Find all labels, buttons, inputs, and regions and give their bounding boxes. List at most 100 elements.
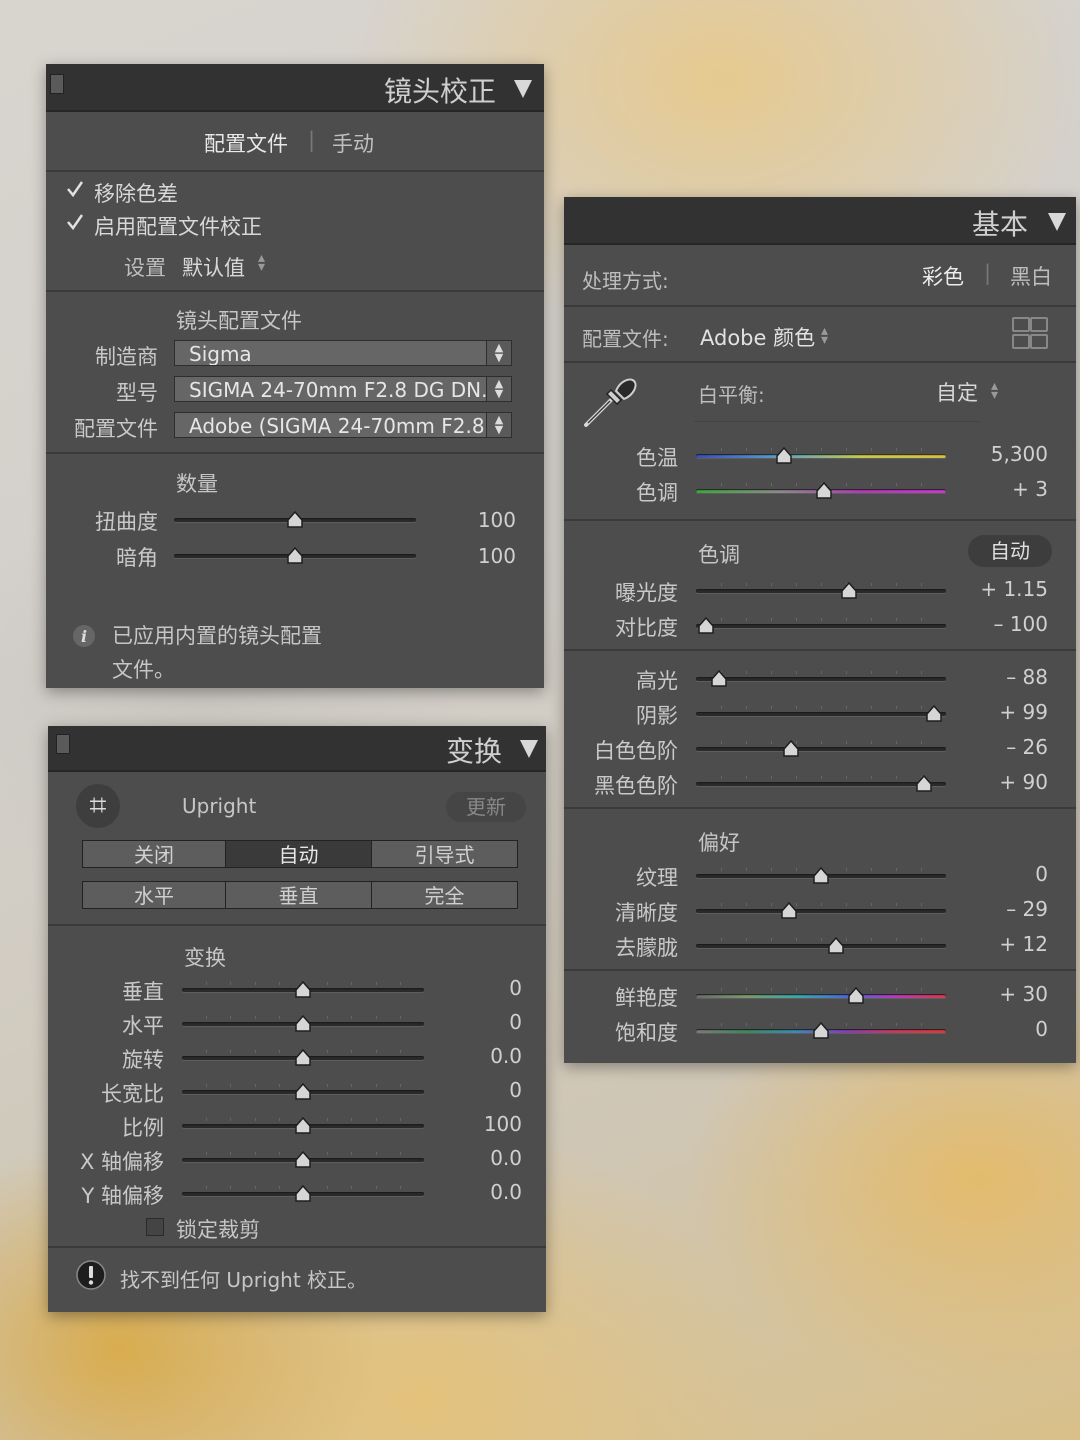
enable-profile-label[interactable]: 启用配置文件校正 bbox=[94, 211, 262, 241]
slider-value[interactable]: 100 bbox=[478, 508, 516, 532]
profile-dropdown[interactable]: Adobe 颜色 bbox=[700, 322, 815, 352]
lens-panel-header[interactable]: 镜头校正 bbox=[46, 64, 544, 112]
slider-thumb[interactable] bbox=[295, 1049, 311, 1067]
slider-value[interactable]: + 12 bbox=[999, 932, 1048, 956]
profile-select[interactable]: Adobe (SIGMA 24-70mm F2.8... ▲ ▼ bbox=[174, 412, 512, 438]
collapse-triangle-icon[interactable] bbox=[1048, 213, 1066, 231]
basic-slider[interactable] bbox=[696, 909, 946, 913]
slider-value[interactable]: 0.0 bbox=[490, 1180, 522, 1204]
treatment-bw-button[interactable]: 黑白 bbox=[1010, 261, 1052, 291]
slider-thumb[interactable] bbox=[780, 902, 797, 920]
slider-value[interactable]: 0 bbox=[1035, 862, 1048, 886]
slider-thumb[interactable] bbox=[775, 447, 792, 465]
enable-profile-checkbox[interactable] bbox=[66, 213, 84, 231]
updown-icon[interactable]: ▴ ▾ bbox=[258, 251, 265, 274]
slider-thumb[interactable] bbox=[295, 1015, 311, 1033]
white-balance-dropdown[interactable]: 自定 bbox=[936, 377, 978, 407]
upright-level-button[interactable]: 水平 bbox=[82, 881, 226, 909]
updown-icon[interactable]: ▴ ▾ bbox=[991, 379, 998, 402]
slider-label: 旋转 bbox=[122, 1048, 164, 1072]
slider-value[interactable]: 0.0 bbox=[490, 1044, 522, 1068]
basic-panel-header[interactable]: 基本 bbox=[564, 197, 1076, 245]
slider-thumb[interactable] bbox=[710, 670, 727, 688]
info-icon: i bbox=[73, 625, 95, 647]
lock-crop-checkbox[interactable] bbox=[146, 1218, 164, 1236]
slider-thumb[interactable] bbox=[813, 1022, 829, 1040]
slider-ticks bbox=[696, 706, 946, 710]
slider-thumb[interactable] bbox=[828, 937, 844, 955]
slider-value[interactable]: – 29 bbox=[1006, 897, 1048, 921]
slider-value[interactable]: 0 bbox=[509, 1078, 522, 1102]
slider-value[interactable]: + 99 bbox=[999, 700, 1048, 724]
basic-slider[interactable] bbox=[696, 944, 946, 948]
panel-toggle-icon[interactable] bbox=[50, 74, 64, 94]
tab-manual[interactable]: 手动 bbox=[332, 128, 374, 158]
slider-thumb[interactable] bbox=[840, 582, 857, 600]
slider-value[interactable]: + 90 bbox=[999, 770, 1048, 794]
basic-slider[interactable] bbox=[696, 589, 946, 593]
treatment-color-button[interactable]: 彩色 bbox=[922, 261, 964, 291]
upright-full-button[interactable]: 完全 bbox=[371, 881, 518, 909]
slider-thumb[interactable] bbox=[295, 1117, 311, 1135]
upright-auto-button[interactable]: 自动 bbox=[225, 840, 372, 868]
divider bbox=[564, 649, 1076, 651]
remove-ca-label[interactable]: 移除色差 bbox=[94, 178, 178, 208]
slider-thumb[interactable] bbox=[698, 617, 714, 635]
collapse-triangle-icon[interactable] bbox=[520, 740, 538, 758]
basic-slider[interactable] bbox=[696, 747, 946, 751]
slider-value[interactable]: 100 bbox=[484, 1112, 522, 1136]
transform-panel-header[interactable]: 变换 bbox=[48, 726, 546, 772]
slider-value[interactable]: – 88 bbox=[1006, 665, 1048, 689]
tab-profile[interactable]: 配置文件 bbox=[204, 128, 288, 158]
slider-thumb[interactable] bbox=[848, 987, 864, 1005]
upright-icon[interactable]: ⌗ bbox=[76, 784, 120, 828]
basic-slider[interactable] bbox=[696, 454, 946, 458]
basic-slider[interactable] bbox=[696, 994, 946, 998]
slider-thumb[interactable] bbox=[813, 867, 829, 885]
updown-icon[interactable]: ▴ ▾ bbox=[821, 324, 828, 347]
svg-text:i: i bbox=[81, 627, 87, 646]
slider-thumb[interactable] bbox=[295, 1151, 311, 1169]
basic-slider[interactable] bbox=[696, 782, 946, 786]
remove-ca-checkbox[interactable] bbox=[66, 180, 84, 198]
model-select[interactable]: SIGMA 24-70mm F2.8 DG DN... ▲ ▼ bbox=[174, 376, 512, 402]
profile-browser-grid-icon[interactable] bbox=[1012, 317, 1048, 349]
upright-vertical-button[interactable]: 垂直 bbox=[225, 881, 372, 909]
slider-thumb[interactable] bbox=[783, 740, 799, 758]
basic-slider[interactable] bbox=[696, 712, 946, 716]
slider-value[interactable]: 0 bbox=[1035, 1017, 1048, 1041]
slider-value[interactable]: 0 bbox=[509, 1010, 522, 1034]
auto-tone-button[interactable]: 自动 bbox=[968, 535, 1052, 567]
profile-value: Adobe (SIGMA 24-70mm F2.8... bbox=[189, 414, 504, 438]
slider-value[interactable]: 0 bbox=[509, 976, 522, 1000]
upright-guided-button[interactable]: 引导式 bbox=[371, 840, 518, 868]
slider-value[interactable]: 100 bbox=[478, 544, 516, 568]
slider-value[interactable]: + 1.15 bbox=[980, 577, 1048, 601]
slider-value[interactable]: 5,300 bbox=[991, 442, 1048, 466]
slider-value[interactable]: + 30 bbox=[999, 982, 1048, 1006]
slider-thumb[interactable] bbox=[925, 705, 942, 723]
slider-value[interactable]: 0.0 bbox=[490, 1146, 522, 1170]
basic-slider[interactable] bbox=[696, 677, 946, 681]
basic-panel-title: 基本 bbox=[971, 208, 1028, 241]
slider-thumb[interactable] bbox=[295, 1185, 311, 1203]
transform-heading: 变换 bbox=[184, 946, 226, 970]
collapse-triangle-icon[interactable] bbox=[514, 80, 532, 98]
basic-slider[interactable] bbox=[696, 624, 946, 628]
slider-thumb[interactable] bbox=[295, 981, 311, 999]
slider-thumb[interactable] bbox=[287, 547, 303, 565]
slider-thumb[interactable] bbox=[815, 482, 832, 500]
setup-dropdown[interactable]: 默认值 bbox=[182, 252, 245, 282]
slider-value[interactable]: – 100 bbox=[993, 612, 1048, 636]
update-button[interactable]: 更新 bbox=[446, 792, 526, 822]
slider-thumb[interactable] bbox=[287, 511, 303, 529]
make-select[interactable]: Sigma ▲ ▼ bbox=[174, 340, 512, 366]
slider-value[interactable]: + 3 bbox=[1012, 477, 1048, 501]
slider-thumb[interactable] bbox=[915, 775, 932, 793]
upright-off-button[interactable]: 关闭 bbox=[82, 840, 226, 868]
lock-crop-label[interactable]: 锁定裁剪 bbox=[176, 1214, 260, 1244]
slider-thumb[interactable] bbox=[295, 1083, 311, 1101]
panel-toggle-icon[interactable] bbox=[56, 734, 70, 754]
eyedropper-icon[interactable] bbox=[580, 369, 642, 431]
slider-value[interactable]: – 26 bbox=[1006, 735, 1048, 759]
